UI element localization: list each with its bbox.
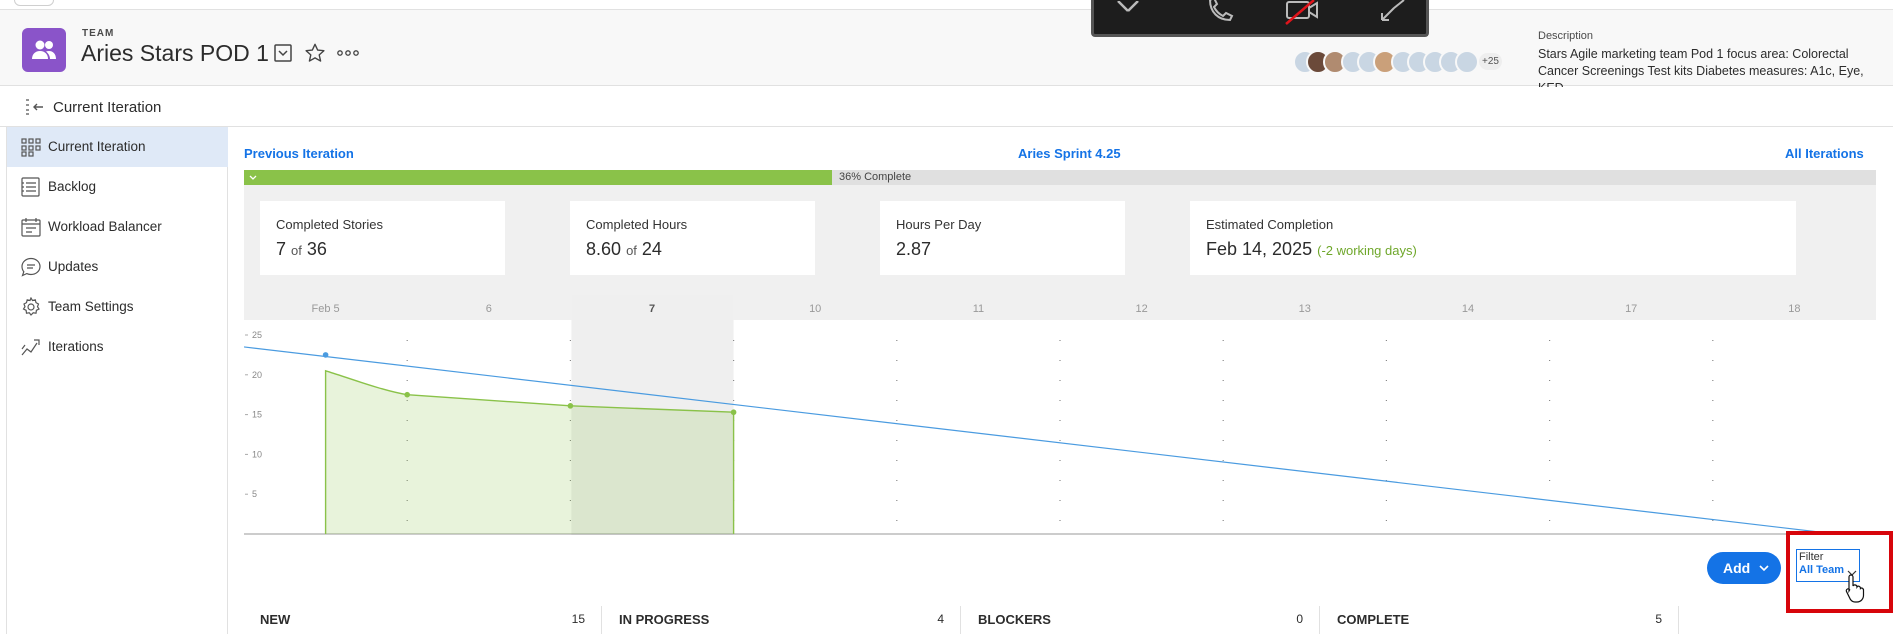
x-tick-label: 6 xyxy=(486,303,492,315)
chat-bubble-icon xyxy=(21,257,41,277)
chevron-down-icon[interactable] xyxy=(246,170,260,185)
stat-hours-per-day: Hours Per Day 2.87 xyxy=(880,201,1125,275)
stat-title: Completed Hours xyxy=(586,217,688,232)
actual-point xyxy=(404,391,410,398)
x-tick-label: 14 xyxy=(1462,303,1474,315)
progress-fill xyxy=(244,170,832,185)
gear-icon xyxy=(22,297,40,316)
chevron-down-icon xyxy=(1759,565,1769,572)
sidebar-item-iterations[interactable]: Iterations xyxy=(7,327,228,367)
x-tick-label: 7 xyxy=(649,303,655,315)
filter-value: All Team xyxy=(1799,564,1845,576)
filter-label: Filter xyxy=(1799,551,1824,563)
stat-estimated-completion: Estimated Completion Feb 14, 2025 (-2 wo… xyxy=(1190,201,1796,275)
add-button[interactable]: Add xyxy=(1707,552,1781,584)
grid-icon xyxy=(21,138,41,157)
iteration-bar-label: Current Iteration xyxy=(53,99,162,116)
actual-point xyxy=(567,403,574,409)
stat-note: (-2 working days) xyxy=(1317,243,1417,258)
ideal-start-point xyxy=(322,352,329,358)
stats-panel: Completed Stories 7 of 36 Completed Hour… xyxy=(244,185,1876,295)
star-icon[interactable] xyxy=(304,42,326,64)
camera-off-icon[interactable] xyxy=(1284,0,1324,33)
close-icon[interactable] xyxy=(1114,0,1144,28)
hand-cursor-icon xyxy=(1845,574,1865,603)
actual-point xyxy=(730,409,737,416)
avatar xyxy=(1455,50,1479,74)
stat-completed-stories: Completed Stories 7 of 36 xyxy=(260,201,505,275)
team-avatar-icon xyxy=(22,28,66,72)
x-tick-label: 13 xyxy=(1299,303,1311,315)
column-count: 0 xyxy=(1296,612,1303,626)
sprint-name-link[interactable]: Aries Sprint 4.25 xyxy=(1018,146,1121,161)
sidebar: Current Iteration Backlog Workload Balan… xyxy=(6,127,228,634)
sidebar-item-label: Updates xyxy=(48,259,99,274)
sidebar-item-label: Workload Balancer xyxy=(48,219,162,234)
x-tick-label: 11 xyxy=(973,303,984,315)
more-members-count[interactable]: +25 xyxy=(1479,53,1502,70)
stat-title: Estimated Completion xyxy=(1206,217,1334,232)
y-tick-label: 15 xyxy=(252,410,262,420)
column-count: 4 xyxy=(937,612,944,626)
burndown-chart: Feb 5 6 7 10 11 12 13 14 17 18 5 10 15 20 25 xyxy=(244,295,1876,535)
top-strip xyxy=(0,0,1893,10)
team-label: TEAM xyxy=(82,28,115,39)
stat-title: Hours Per Day xyxy=(896,217,982,232)
iterations-icon xyxy=(21,339,40,356)
sidebar-item-label: Team Settings xyxy=(48,299,134,314)
column-header-complete: COMPLETE 5 xyxy=(1321,606,1679,634)
progress-bar xyxy=(244,170,1876,185)
sidebar-item-label: Backlog xyxy=(48,179,97,194)
sidebar-item-current-iteration[interactable]: Current Iteration xyxy=(7,127,228,167)
progress-text: 36% Complete xyxy=(839,171,912,183)
x-tick-label: 10 xyxy=(809,303,821,315)
all-iterations-link[interactable]: All Iterations xyxy=(1785,146,1864,161)
x-tick-label: 12 xyxy=(1135,303,1147,315)
phone-icon[interactable] xyxy=(1204,0,1234,33)
stat-value: 8.60 of 24 xyxy=(586,239,662,259)
stat-completed-hours: Completed Hours 8.60 of 24 xyxy=(570,201,815,275)
y-tick-label: 10 xyxy=(252,449,262,459)
sidebar-item-label: Current Iteration xyxy=(48,139,146,154)
x-tick-label: 18 xyxy=(1788,303,1800,315)
column-name: COMPLETE xyxy=(1337,612,1410,627)
iteration-bar: Current Iteration xyxy=(0,87,1893,127)
team-members-avatars[interactable]: +25 xyxy=(1293,50,1503,74)
y-tick-label: 25 xyxy=(252,330,262,340)
sidebar-item-backlog[interactable]: Backlog xyxy=(7,167,228,207)
column-count: 15 xyxy=(571,612,585,626)
add-button-label: Add xyxy=(1723,560,1751,576)
column-name: NEW xyxy=(260,612,291,627)
sidebar-item-team-settings[interactable]: Team Settings xyxy=(7,287,228,327)
stat-value: 2.87 xyxy=(896,239,932,259)
y-tick-label: 20 xyxy=(252,370,262,380)
sidebar-item-label: Iterations xyxy=(48,339,104,354)
column-header-blockers: BLOCKERS 0 xyxy=(962,606,1320,634)
top-tab-stub xyxy=(14,0,54,6)
collapse-panel-icon[interactable] xyxy=(24,97,46,117)
more-options-icon[interactable] xyxy=(336,44,360,62)
y-tick-label: 5 xyxy=(252,489,257,499)
expand-icon[interactable] xyxy=(1378,0,1408,31)
column-header-new: NEW 15 xyxy=(244,606,602,634)
stat-title: Completed Stories xyxy=(276,217,383,232)
sidebar-item-updates[interactable]: Updates xyxy=(7,247,228,287)
stat-value: Feb 14, 2025 (-2 working days) xyxy=(1206,239,1417,259)
description-label: Description xyxy=(1538,30,1594,42)
video-call-toolbar[interactable] xyxy=(1091,0,1429,37)
x-tick-label: 17 xyxy=(1625,303,1637,315)
page-title: Aries Stars POD 1 xyxy=(81,40,269,66)
previous-iteration-link[interactable]: Previous Iteration xyxy=(244,146,354,161)
team-header: TEAM Aries Stars POD 1 +25 Description S… xyxy=(0,10,1893,95)
column-header-in-progress: IN PROGRESS 4 xyxy=(603,606,961,634)
sidebar-item-workload-balancer[interactable]: Workload Balancer xyxy=(7,207,228,247)
column-count: 5 xyxy=(1655,612,1662,626)
backlog-icon xyxy=(21,177,40,197)
dropdown-box-icon[interactable] xyxy=(273,43,293,63)
stat-value: 7 of 36 xyxy=(276,239,327,259)
calendar-icon xyxy=(21,218,41,237)
column-name: IN PROGRESS xyxy=(619,612,710,627)
column-name: BLOCKERS xyxy=(978,612,1051,627)
x-tick-label: Feb 5 xyxy=(312,303,340,315)
